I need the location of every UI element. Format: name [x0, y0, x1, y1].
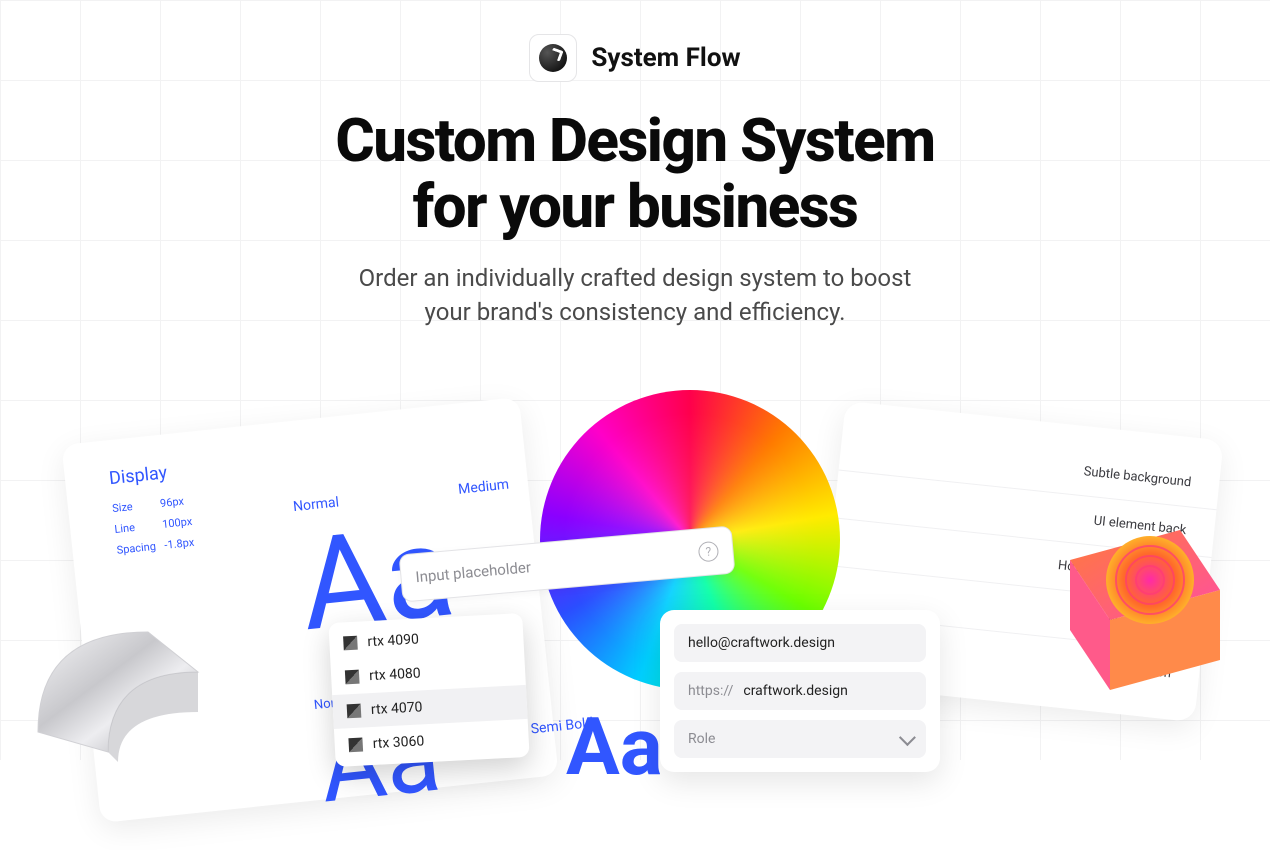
- hero-sub-line1: Order an individually crafted design sys…: [359, 264, 912, 292]
- dropdown-item-label: rtx 4070: [371, 699, 423, 718]
- logo-icon: [539, 44, 567, 72]
- hero: Custom Design System for your business O…: [0, 108, 1270, 329]
- gpu-icon: [348, 738, 363, 753]
- hero-subtitle: Order an individually crafted design sys…: [0, 262, 1270, 329]
- hero-sub-line2: your brand's consistency and efficiency.: [425, 298, 846, 326]
- form-sample: hello@craftwork.design https:// craftwor…: [660, 610, 940, 772]
- hero-title-line1: Custom Design System: [335, 105, 934, 176]
- sample-glyph-mark: Aa: [566, 700, 663, 794]
- help-icon[interactable]: ?: [698, 541, 720, 563]
- brand-name: System Flow: [591, 43, 740, 73]
- chevron-down-icon: [899, 729, 916, 746]
- logo: [529, 34, 577, 82]
- email-field[interactable]: hello@craftwork.design: [674, 624, 926, 662]
- gpu-icon: [345, 670, 360, 685]
- gpu-icon: [343, 636, 358, 651]
- dropdown-item-label: rtx 3060: [372, 733, 424, 752]
- dropdown-item-label: rtx 4080: [369, 665, 421, 684]
- dropdown-item-label: rtx 4090: [367, 631, 419, 650]
- gpu-icon: [347, 704, 362, 719]
- url-value: craftwork.design: [743, 683, 847, 699]
- spec-size-value: 96px: [159, 495, 184, 510]
- input-placeholder: Input placeholder: [415, 544, 699, 587]
- spec-line-value: 100px: [162, 515, 193, 531]
- decorative-gradient-cube: [1040, 500, 1240, 700]
- role-placeholder: Role: [688, 731, 715, 747]
- url-prefix: https://: [688, 683, 733, 699]
- dropdown-sample: rtx 4090 rtx 4080 rtx 4070 rtx 3060: [328, 613, 529, 767]
- hero-title: Custom Design System for your business: [0, 108, 1270, 240]
- role-select[interactable]: Role: [674, 720, 926, 758]
- header: System Flow: [0, 0, 1270, 82]
- url-field[interactable]: https:// craftwork.design: [674, 672, 926, 710]
- spec-spacing-label: Spacing: [116, 536, 166, 562]
- hero-title-line2: for your business: [413, 171, 858, 242]
- email-value: hello@craftwork.design: [688, 635, 835, 651]
- decorative-chrome-arc: [18, 602, 238, 762]
- spec-spacing-value: -1.8px: [164, 536, 195, 552]
